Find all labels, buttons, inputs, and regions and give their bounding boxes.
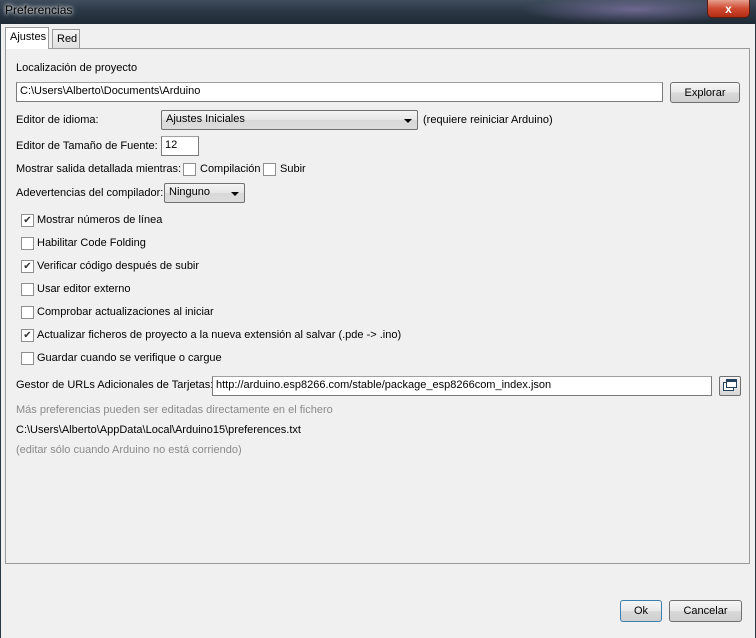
boards-urls-input[interactable]: http://arduino.esp8266.com/stable/packag… [212,376,712,396]
title-bar-glow [520,0,710,24]
more-preferences-text: Más preferencias pueden ser editadas dir… [16,404,333,416]
tab-red[interactable]: Red [52,29,80,49]
close-icon: x [725,1,732,16]
update-extension-label: Actualizar ficheros de proyecto a la nue… [37,329,402,341]
sketchbook-path-input[interactable]: C:\Users\Alberto\Documents\Arduino [16,82,663,102]
compile-label: Compilación [200,163,261,175]
compiler-warnings-label: Adevertencias del compilador: [16,187,164,199]
check-updates-checkbox[interactable] [21,306,34,319]
edit-only-note: (editar sólo cuando Arduino no está corr… [16,444,242,456]
compiler-warnings-selected-value: Ninguno [169,186,210,198]
boards-urls-edit-button[interactable] [719,376,741,396]
close-button[interactable]: x [707,0,750,18]
boards-urls-label: Gestor de URLs Adicionales de Tarjetas: [16,379,214,391]
browse-button[interactable]: Explorar [670,82,740,103]
title-bar: Preferencias x [0,0,756,24]
preferences-file-path: C:\Users\Alberto\AppData\Local\Arduino15… [16,424,301,436]
window-title: Preferencias [5,3,73,17]
sketchbook-label: Localización de proyecto [16,62,138,74]
language-selected-value: Ajustes Iniciales [166,113,245,125]
font-size-label: Editor de Tamaño de Fuente: [16,140,158,152]
code-folding-label: Habilitar Code Folding [37,237,146,249]
external-editor-label: Usar editor externo [37,283,131,295]
save-on-verify-checkbox[interactable] [21,352,34,365]
upload-checkbox[interactable] [263,163,276,176]
compile-checkbox[interactable] [183,163,196,176]
language-label: Editor de idioma: [16,114,99,126]
update-extension-checkbox[interactable]: ✔ [21,329,34,342]
font-size-input[interactable]: 12 [161,136,199,156]
cancel-button[interactable]: Cancelar [669,600,742,622]
tab-ajustes[interactable]: Ajustes [5,27,49,49]
show-line-numbers-checkbox[interactable]: ✔ [21,214,34,227]
preferences-window: Ajustes Red Localización de proyecto C:\… [0,24,756,638]
settings-panel: Localización de proyecto C:\Users\Albert… [5,48,750,564]
language-select[interactable]: Ajustes Iniciales [161,110,418,130]
upload-label: Subir [280,163,306,175]
save-on-verify-label: Guardar cuando se verifique o cargue [37,352,222,364]
chevron-down-icon [404,119,412,123]
verbose-label: Mostrar salida detallada mientras: [16,163,182,175]
verify-after-upload-label: Verificar código después de subir [37,260,200,272]
chevron-down-icon [231,192,239,196]
compiler-warnings-select[interactable]: Ninguno [164,183,245,203]
verify-after-upload-checkbox[interactable]: ✔ [21,260,34,273]
check-updates-label: Comprobar actualizaciones al iniciar [37,306,214,318]
ok-button[interactable]: Ok [620,600,662,622]
external-editor-checkbox[interactable] [21,283,34,296]
show-line-numbers-label: Mostrar números de línea [37,214,163,226]
language-restart-note: (requiere reiniciar Arduino) [423,114,553,126]
code-folding-checkbox[interactable] [21,237,34,250]
